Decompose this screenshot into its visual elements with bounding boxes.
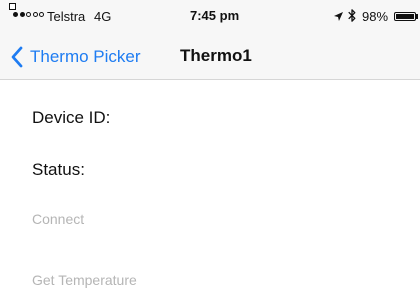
connect-button[interactable]: Connect [32, 211, 84, 227]
signal-dot [32, 12, 38, 17]
signal-dot [26, 12, 31, 17]
device-id-label: Device ID: [32, 108, 111, 127]
network-type: 4G [94, 9, 112, 24]
battery-percentage: 98% [362, 9, 389, 24]
back-button-label: Thermo Picker [30, 47, 141, 66]
get-temperature-button[interactable]: Get Temperature [32, 272, 137, 288]
signal-dot [13, 12, 18, 17]
recording-indicator-icon [9, 3, 16, 10]
page-title: Thermo1 [180, 46, 252, 65]
battery-icon [394, 12, 416, 21]
back-button[interactable]: Thermo Picker [10, 38, 141, 76]
battery-level-fill [396, 14, 414, 19]
status-label: Status: [32, 160, 85, 179]
bluetooth-icon [348, 9, 356, 22]
location-arrow-icon [334, 12, 343, 21]
battery-terminal [416, 14, 418, 19]
status-bar: Telstra 4G 7:45 pm 98% [0, 0, 420, 36]
cellular-signal-icon [13, 12, 44, 17]
chevron-left-icon [11, 46, 23, 68]
signal-dot [39, 12, 44, 17]
clock-time: 7:45 pm [190, 8, 240, 23]
carrier-name: Telstra [47, 9, 86, 24]
signal-dot [19, 12, 25, 17]
